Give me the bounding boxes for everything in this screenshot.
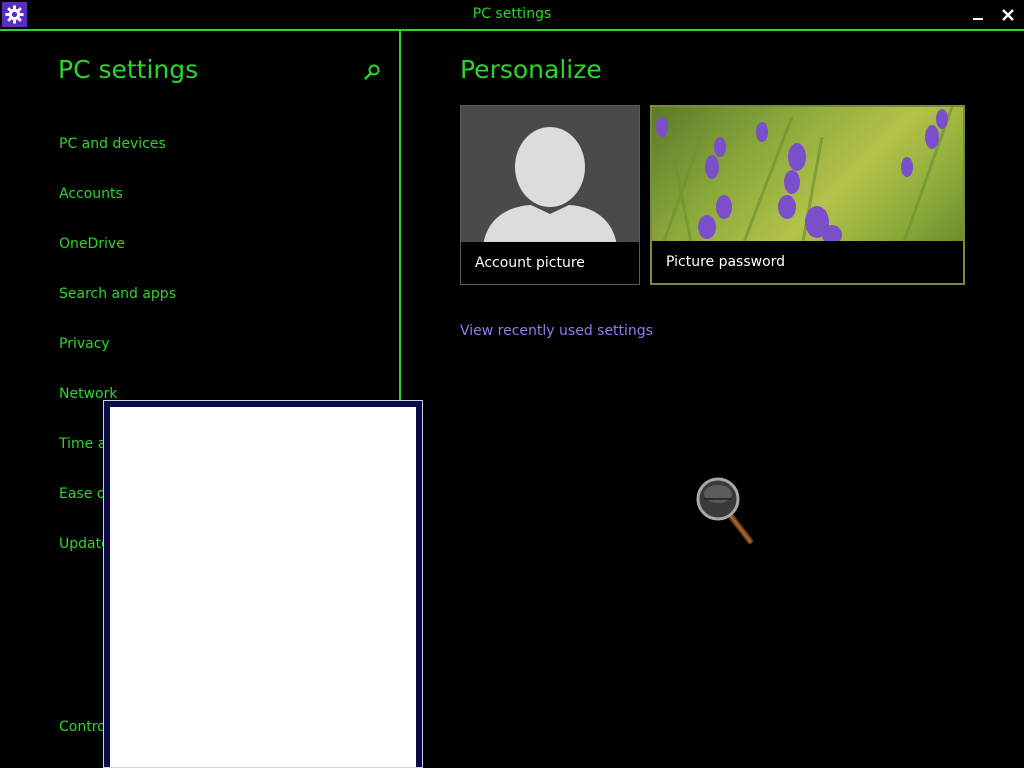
sidebar-item-privacy[interactable]: Privacy [59,336,110,352]
picture-password-label: Picture password [652,241,963,283]
account-picture-label: Account picture [461,242,639,284]
account-picture-tile[interactable]: Account picture [460,105,640,285]
sidebar-item-onedrive[interactable]: OneDrive [59,236,125,252]
close-icon [1002,9,1014,21]
search-icon [364,64,380,80]
overlay-popup-content [110,407,416,767]
control-panel-link[interactable]: Contro [59,719,106,735]
minimize-button[interactable] [966,4,990,26]
overlay-popup[interactable] [103,400,423,768]
sidebar-item-search-and-apps[interactable]: Search and apps [59,286,176,302]
lavender-flowers-image [656,107,954,247]
title-bar: PC settings [0,0,1024,31]
search-button[interactable] [361,61,383,83]
main-content: Personalize Account picture Picture pass… [401,31,1024,768]
user-silhouette-icon [483,127,617,246]
pc-settings-window: PC settings PC settings PC and devices A… [0,0,1024,768]
close-button[interactable] [996,4,1020,26]
section-title: Personalize [460,55,602,84]
sidebar-item-time-and-language[interactable]: Time a [59,436,106,452]
sidebar-item-pc-and-devices[interactable]: PC and devices [59,136,166,152]
picture-password-tile[interactable]: Picture password [650,105,965,285]
magnifier-icon[interactable] [696,477,758,547]
sidebar-title: PC settings [58,55,199,84]
view-recent-settings-link[interactable]: View recently used settings [460,323,653,339]
sidebar-item-accounts[interactable]: Accounts [59,186,123,202]
minimize-icon [973,18,983,20]
window-title: PC settings [472,6,552,22]
